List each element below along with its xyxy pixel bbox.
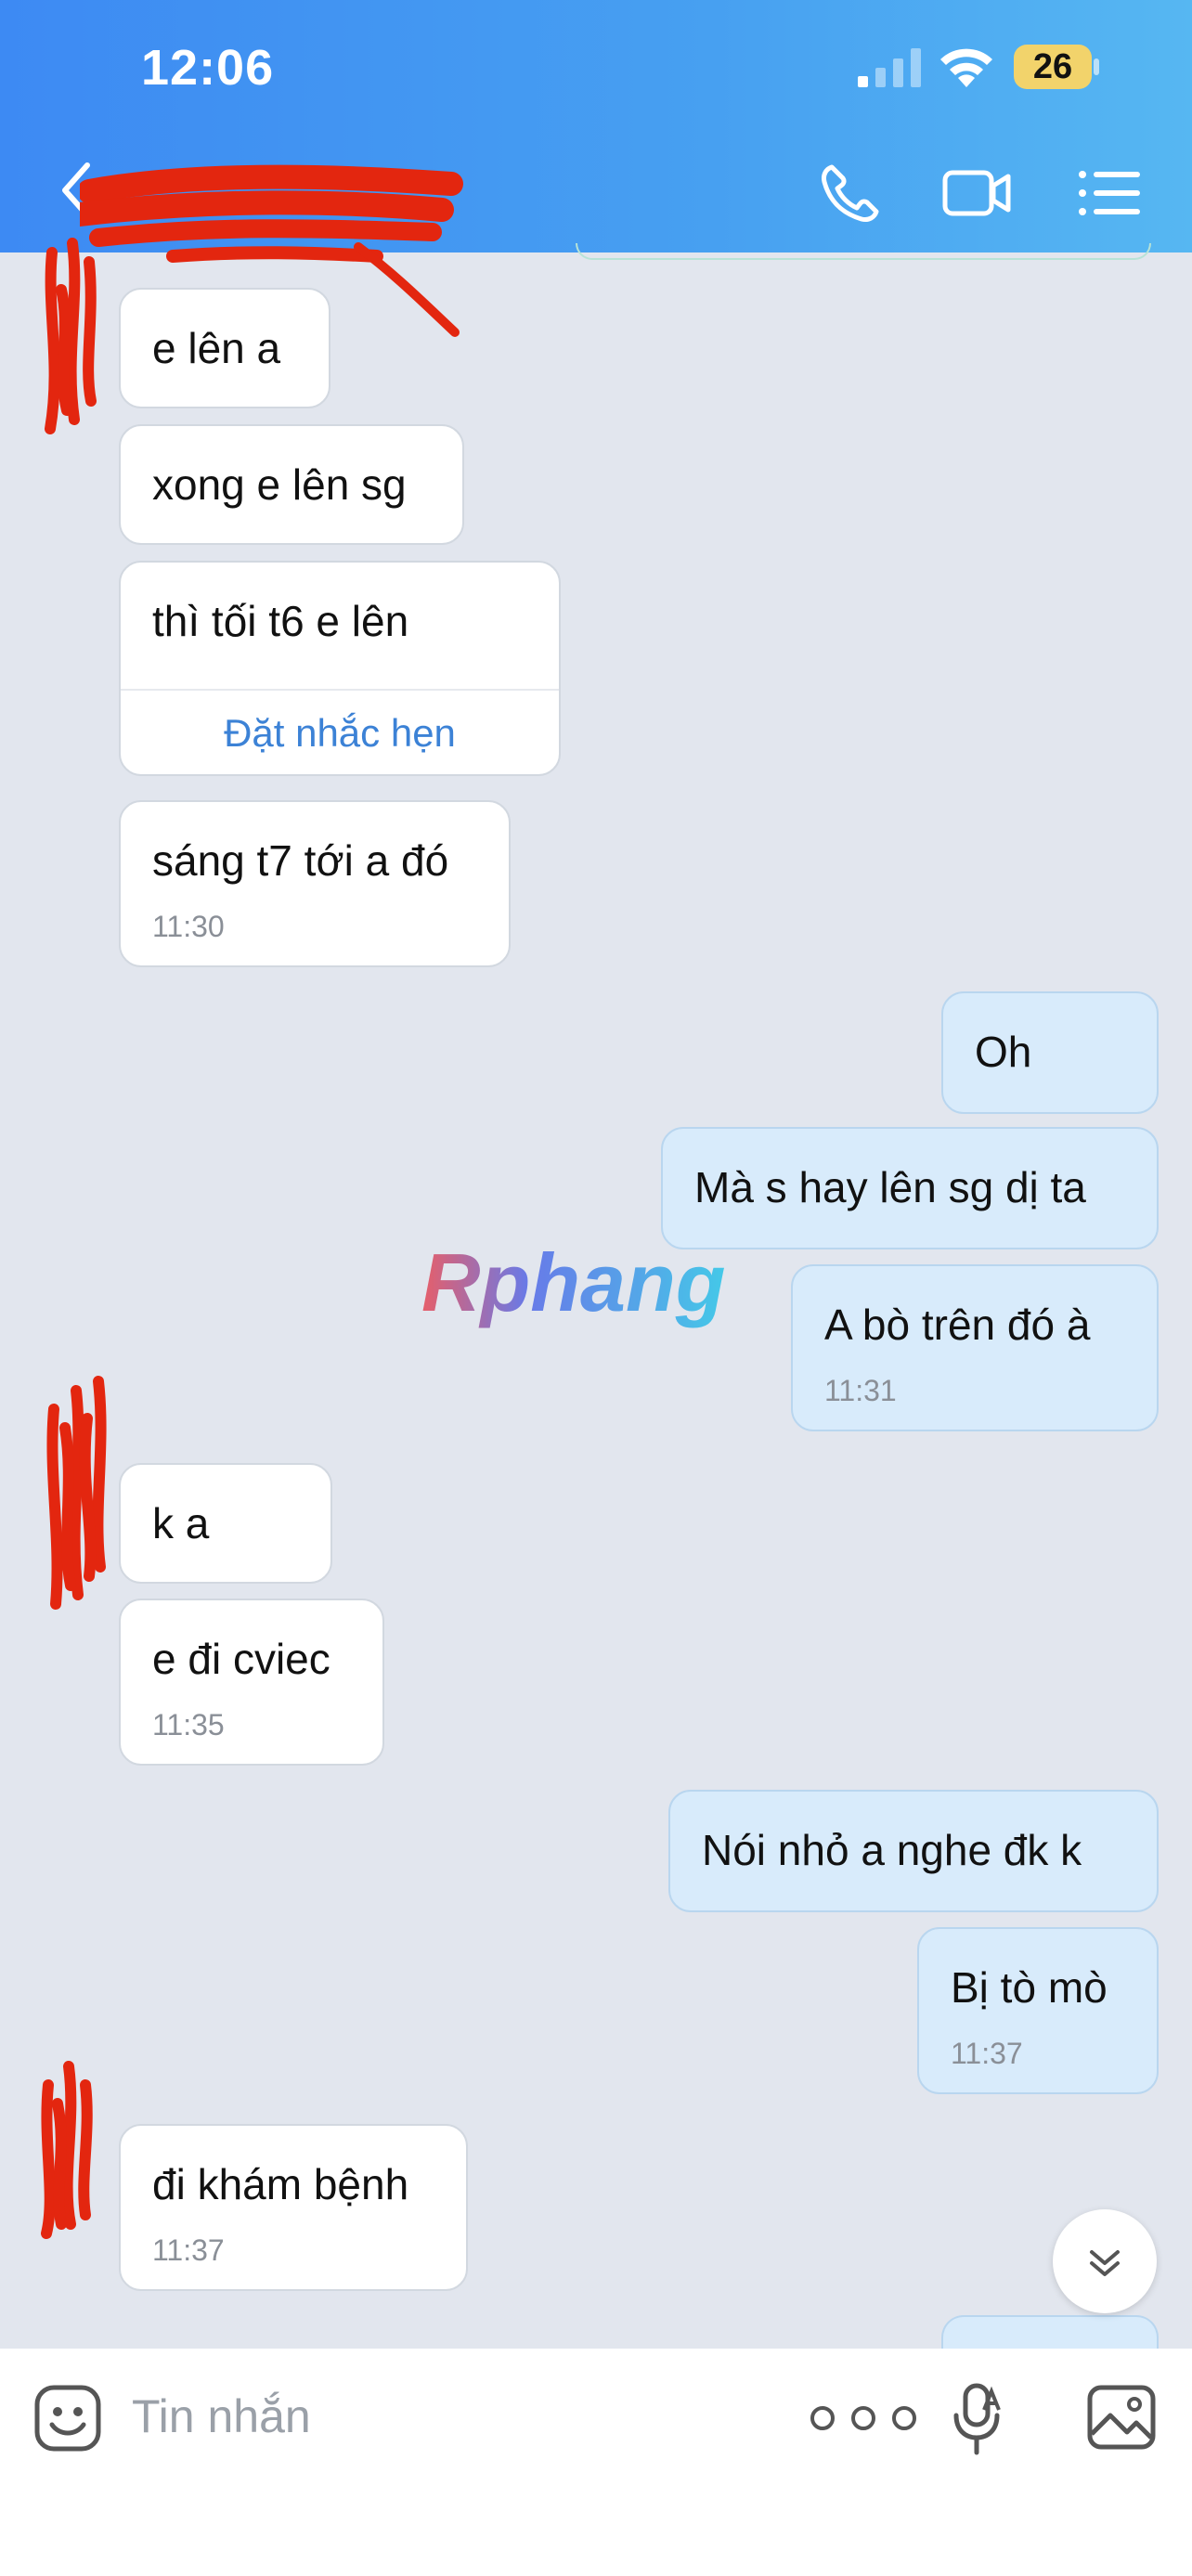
message-time: 11:37 xyxy=(152,2233,225,2267)
message-time: 11:37 xyxy=(951,2037,1023,2070)
message-text: Nói nhỏ a nghe đk k xyxy=(702,1826,1082,1874)
set-reminder-link[interactable]: Đặt nhắc hẹn xyxy=(121,711,559,756)
outgoing-message-partial[interactable] xyxy=(941,2315,1159,2352)
incoming-message[interactable]: xong e lên sg xyxy=(119,424,464,545)
incoming-message[interactable]: đi khám bệnh 11:37 xyxy=(119,2124,468,2291)
incoming-message[interactable]: e lên a xyxy=(119,288,330,408)
message-text: e lên a xyxy=(152,324,281,372)
incoming-message[interactable]: e đi cviec 11:35 xyxy=(119,1599,384,1766)
message-text: sáng t7 tới a đó xyxy=(152,836,449,885)
scroll-to-bottom-button[interactable] xyxy=(1053,2209,1157,2313)
message-text: Bị tò mò xyxy=(951,1963,1108,2012)
message-text: xong e lên sg xyxy=(152,460,407,509)
image-gallery-icon[interactable] xyxy=(1086,2384,1157,2451)
message-text: Mà s hay lên sg dị ta xyxy=(694,1163,1086,1211)
more-options-icon[interactable] xyxy=(802,2395,925,2441)
status-time: 12:06 xyxy=(141,40,275,96)
outgoing-message[interactable]: Nói nhỏ a nghe đk k xyxy=(668,1790,1159,1912)
pinned-message-edge xyxy=(576,243,1151,260)
message-input[interactable]: Tin nhắn xyxy=(132,2389,311,2443)
battery-level: 26 xyxy=(1032,47,1073,86)
incoming-message[interactable]: sáng t7 tới a đó 11:30 xyxy=(119,800,511,967)
incoming-message[interactable]: k a xyxy=(119,1463,332,1584)
message-composer: Tin nhắn xyxy=(0,2349,1192,2576)
message-time: 11:35 xyxy=(152,1708,225,1741)
outgoing-message[interactable]: Oh xyxy=(941,991,1159,1114)
sticker-emoji-icon[interactable] xyxy=(33,2384,102,2453)
battery-indicator: 26 xyxy=(1014,45,1099,89)
watermark-text: Rphang xyxy=(421,1236,726,1328)
cellular-signal-icon xyxy=(858,48,921,87)
message-time: 11:31 xyxy=(824,1374,897,1407)
message-text: thì tối t6 e lên xyxy=(152,597,409,645)
message-text: đi khám bệnh xyxy=(152,2160,409,2208)
double-chevron-down-icon xyxy=(1090,2250,1120,2276)
video-call-icon[interactable] xyxy=(939,156,1014,230)
divider xyxy=(121,689,559,691)
redacted-avatar xyxy=(45,238,97,434)
message-text: Oh xyxy=(975,1028,1032,1076)
incoming-message[interactable]: thì tối t6 e lên Đặt nhắc hẹn xyxy=(119,561,561,776)
message-text: k a xyxy=(152,1499,210,1547)
voice-to-text-icon[interactable] xyxy=(949,2382,1006,2458)
phone-icon[interactable] xyxy=(813,156,888,230)
message-text: A bò trên đó à xyxy=(824,1301,1091,1349)
outgoing-message[interactable]: Bị tò mò 11:37 xyxy=(917,1927,1159,2094)
outgoing-message[interactable]: Mà s hay lên sg dị ta xyxy=(661,1127,1159,1249)
redacted-avatar xyxy=(41,2061,93,2239)
message-time: 11:30 xyxy=(152,910,225,943)
rphang-watermark: Rphang xyxy=(421,1236,726,1328)
message-text: e đi cviec xyxy=(152,1635,330,1683)
outgoing-message[interactable]: A bò trên đó à 11:31 xyxy=(791,1264,1159,1431)
wifi-icon xyxy=(940,48,992,87)
menu-list-icon[interactable] xyxy=(1073,156,1147,230)
redacted-avatar xyxy=(46,1376,107,1610)
